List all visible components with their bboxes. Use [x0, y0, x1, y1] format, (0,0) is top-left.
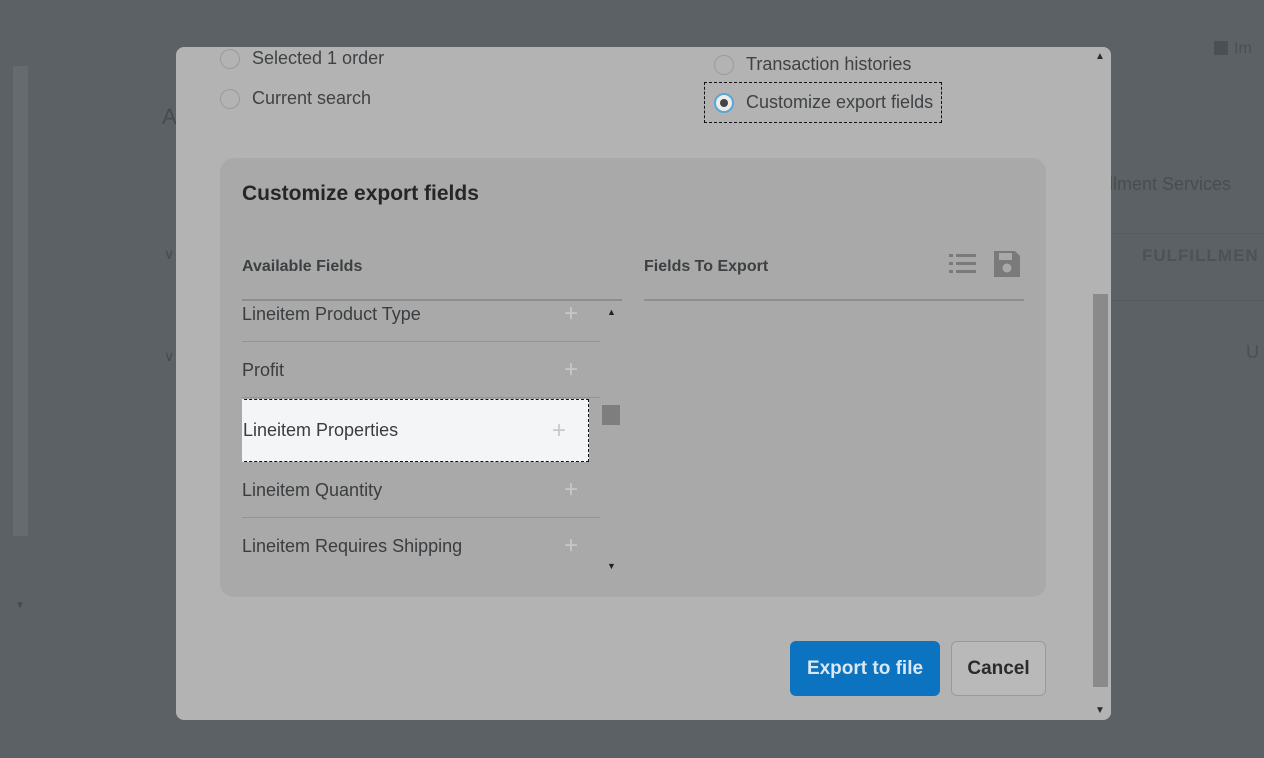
field-item-lineitem-requires-shipping[interactable]: Lineitem Requires Shipping +: [242, 519, 600, 573]
chevron-down-icon: ∨: [164, 348, 175, 364]
background-fulfillment-header: FULFILLMEN: [1142, 246, 1259, 265]
radio-button[interactable]: [220, 48, 240, 69]
export-to-file-button[interactable]: Export to file: [790, 641, 940, 696]
radio-label: Customize export fields: [746, 92, 934, 112]
field-item-lineitem-product-type[interactable]: Lineitem Product Type +: [242, 301, 600, 342]
radio-label: Current search: [252, 88, 372, 108]
fields-to-export-list[interactable]: [644, 301, 1024, 573]
field-label: Lineitem Properties: [243, 420, 399, 440]
radio-current-search[interactable]: Current search: [220, 88, 371, 109]
background-cell-fragment: U: [1246, 342, 1259, 362]
scrollbar-thumb[interactable]: [602, 405, 620, 425]
fields-to-export-header: Fields To Export: [644, 258, 769, 275]
add-field-icon[interactable]: +: [552, 417, 566, 445]
import-label: Im: [1234, 40, 1252, 57]
field-label: Lineitem Quantity: [242, 479, 383, 500]
add-field-icon[interactable]: +: [564, 301, 578, 328]
add-field-icon[interactable]: +: [564, 476, 578, 504]
radio-button[interactable]: [714, 54, 734, 75]
field-label: Lineitem Product Type: [242, 303, 421, 324]
background-divider: [1110, 233, 1264, 234]
field-item-lineitem-properties[interactable]: Lineitem Properties +: [242, 399, 589, 462]
radio-button-checked[interactable]: [714, 92, 734, 113]
background-scrollbar: [13, 66, 28, 536]
scroll-down-icon[interactable]: ▼: [1095, 705, 1105, 716]
panel-title: Customize export fields: [242, 182, 479, 205]
field-item-lineitem-quantity[interactable]: Lineitem Quantity +: [242, 463, 600, 518]
modal-scrollbar[interactable]: ▲ ▼: [1091, 47, 1111, 720]
background-scroll-down-icon: ▼: [15, 600, 25, 611]
scroll-down-icon[interactable]: ▼: [607, 561, 616, 571]
background-divider: [1110, 300, 1264, 301]
import-icon: [1214, 41, 1228, 55]
field-item-profit[interactable]: Profit +: [242, 343, 600, 398]
background-import-button: Im: [1214, 40, 1252, 58]
add-field-icon[interactable]: +: [564, 356, 578, 384]
scroll-up-icon[interactable]: ▲: [1095, 51, 1105, 62]
available-fields-header: Available Fields: [242, 258, 363, 275]
add-field-icon[interactable]: +: [564, 532, 578, 560]
radio-button[interactable]: [220, 88, 240, 109]
list-icon[interactable]: [948, 249, 978, 279]
scroll-up-icon[interactable]: ▲: [607, 307, 616, 317]
field-label: Profit: [242, 359, 285, 380]
field-label: Lineitem Requires Shipping: [242, 535, 463, 556]
available-fields-scrollbar[interactable]: ▲ ▼: [602, 301, 620, 573]
scrollbar-thumb[interactable]: [1093, 294, 1108, 687]
radio-customize-export-fields[interactable]: Customize export fields: [704, 82, 943, 123]
background-fulfillment-tab: illment Services: [1105, 174, 1232, 194]
radio-selected-orders[interactable]: Selected 1 order: [220, 48, 384, 69]
available-fields-list: Lineitem Product Type + Profit + Lineite…: [242, 301, 622, 573]
export-orders-modal: Selected 1 order Current search Transact…: [176, 47, 1111, 720]
radio-label: Transaction histories: [746, 54, 912, 74]
radio-transaction-histories[interactable]: Transaction histories: [714, 54, 911, 75]
save-icon[interactable]: [992, 249, 1022, 279]
background-heading-fragment: A: [162, 104, 177, 129]
radio-label: Selected 1 order: [252, 48, 385, 68]
customize-fields-panel: Customize export fields Available Fields…: [220, 158, 1046, 597]
cancel-button[interactable]: Cancel: [951, 641, 1046, 696]
chevron-down-icon: ∨: [164, 246, 175, 262]
